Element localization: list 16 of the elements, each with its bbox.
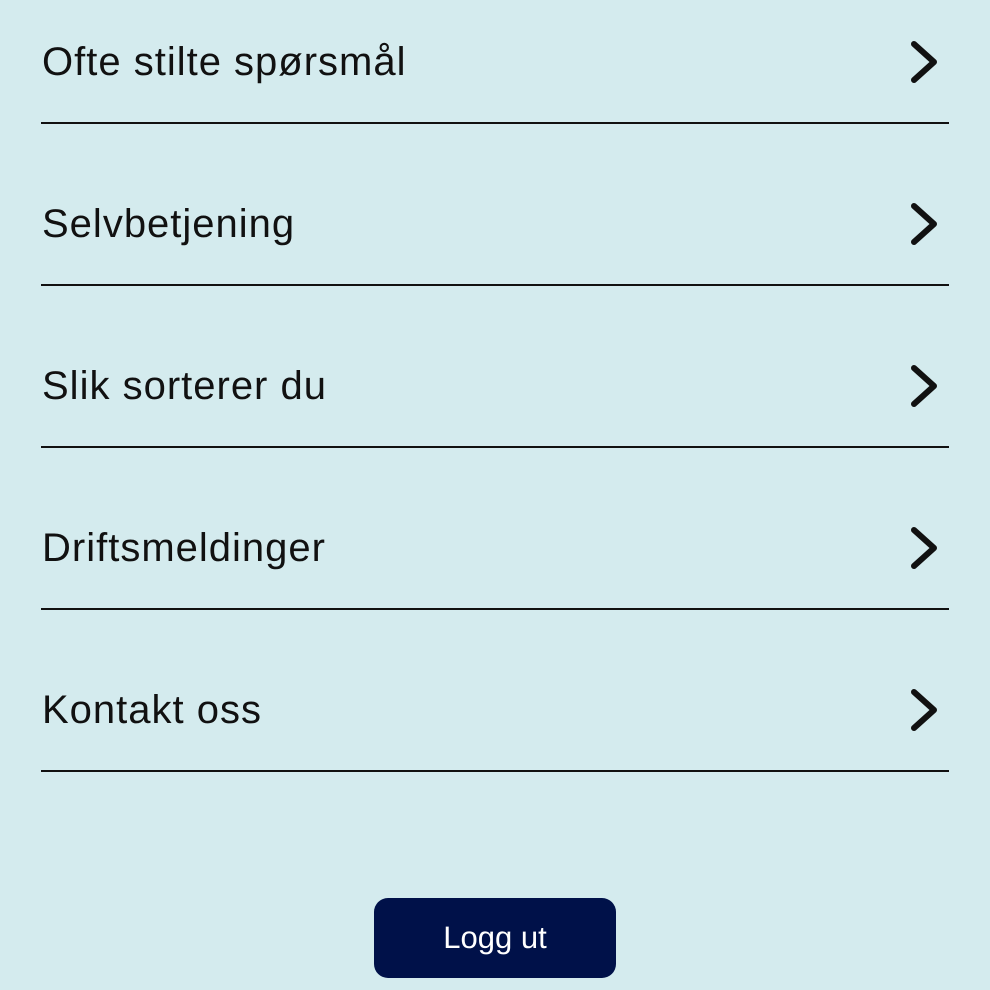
menu-item-label: Slik sorterer du xyxy=(41,363,327,410)
menu-item-label: Driftsmeldinger xyxy=(41,525,326,572)
chevron-right-icon xyxy=(909,40,939,84)
menu-item[interactable]: Ofte stilte spørsmål xyxy=(41,0,949,124)
menu-item[interactable]: Selvbetjening xyxy=(41,124,949,286)
chevron-right-icon xyxy=(909,526,939,570)
chevron-right-icon xyxy=(909,364,939,408)
menu-item[interactable]: Slik sorterer du xyxy=(41,286,949,448)
logout-button[interactable]: Logg ut xyxy=(374,898,616,978)
menu-item-label: Kontakt oss xyxy=(41,687,262,734)
menu-item-label: Ofte stilte spørsmål xyxy=(41,39,407,86)
menu-item[interactable]: Driftsmeldinger xyxy=(41,448,949,610)
chevron-right-icon xyxy=(909,688,939,732)
menu-item[interactable]: Kontakt oss xyxy=(41,610,949,772)
menu-item-label: Selvbetjening xyxy=(41,201,296,248)
chevron-right-icon xyxy=(909,202,939,246)
